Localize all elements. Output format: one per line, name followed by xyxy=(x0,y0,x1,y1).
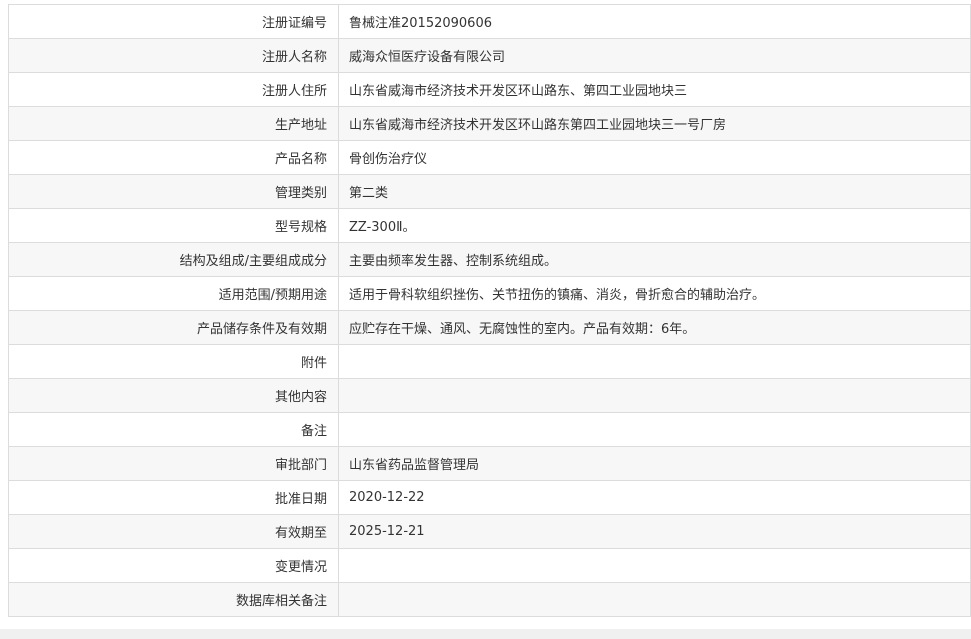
row-label-remarks: 备注 xyxy=(8,412,339,447)
row-label-attachments: 附件 xyxy=(8,344,339,379)
table-row: 产品名称 骨创伤治疗仪 xyxy=(8,140,971,175)
row-value-approval-date: 2020-12-22 xyxy=(338,480,971,515)
row-label-structure-composition: 结构及组成/主要组成成分 xyxy=(8,242,339,277)
row-value-registration-number: 鲁械注准20152090606 xyxy=(338,4,971,39)
row-value-intended-use: 适用于骨科软组织挫伤、关节扭伤的镇痛、消炎，骨折愈合的辅助治疗。 xyxy=(338,276,971,311)
row-label-production-address: 生产地址 xyxy=(8,106,339,141)
row-value-remarks xyxy=(338,412,971,447)
row-label-registrant-address: 注册人住所 xyxy=(8,72,339,107)
table-row: 结构及组成/主要组成成分 主要由频率发生器、控制系统组成。 xyxy=(8,242,971,277)
row-label-registrant-name: 注册人名称 xyxy=(8,38,339,73)
table-row: 注册人名称 威海众恒医疗设备有限公司 xyxy=(8,38,971,73)
row-value-attachments xyxy=(338,344,971,379)
row-value-storage-validity: 应贮存在干燥、通风、无腐蚀性的室内。产品有效期：6年。 xyxy=(338,310,971,345)
row-label-valid-until: 有效期至 xyxy=(8,514,339,549)
registration-detail-panel: 注册证编号 鲁械注准20152090606 注册人名称 威海众恒医疗设备有限公司… xyxy=(8,4,971,617)
table-row: 变更情况 xyxy=(8,548,971,583)
row-value-other-content xyxy=(338,378,971,413)
row-value-approval-department: 山东省药品监督管理局 xyxy=(338,446,971,481)
row-label-approval-department: 审批部门 xyxy=(8,446,339,481)
table-row: 批准日期 2020-12-22 xyxy=(8,480,971,515)
table-row: 数据库相关备注 xyxy=(8,582,971,617)
row-value-structure-composition: 主要由频率发生器、控制系统组成。 xyxy=(338,242,971,277)
row-value-database-remarks xyxy=(338,582,971,617)
row-label-storage-validity: 产品储存条件及有效期 xyxy=(8,310,339,345)
table-row: 注册人住所 山东省威海市经济技术开发区环山路东、第四工业园地块三 xyxy=(8,72,971,107)
row-value-registrant-address: 山东省威海市经济技术开发区环山路东、第四工业园地块三 xyxy=(338,72,971,107)
table-row: 型号规格 ZZ-300Ⅱ。 xyxy=(8,208,971,243)
row-label-management-class: 管理类别 xyxy=(8,174,339,209)
row-label-product-name: 产品名称 xyxy=(8,140,339,175)
table-row: 注册证编号 鲁械注准20152090606 xyxy=(8,4,971,39)
row-label-intended-use: 适用范围/预期用途 xyxy=(8,276,339,311)
row-value-registrant-name: 威海众恒医疗设备有限公司 xyxy=(338,38,971,73)
table-row: 其他内容 xyxy=(8,378,971,413)
row-value-valid-until: 2025-12-21 xyxy=(338,514,971,549)
table-row: 生产地址 山东省威海市经济技术开发区环山路东第四工业园地块三一号厂房 xyxy=(8,106,971,141)
row-value-management-class: 第二类 xyxy=(338,174,971,209)
row-value-change-history xyxy=(338,548,971,583)
row-value-production-address: 山东省威海市经济技术开发区环山路东第四工业园地块三一号厂房 xyxy=(338,106,971,141)
table-row: 附件 xyxy=(8,344,971,379)
row-value-product-name: 骨创伤治疗仪 xyxy=(338,140,971,175)
table-row: 管理类别 第二类 xyxy=(8,174,971,209)
row-label-change-history: 变更情况 xyxy=(8,548,339,583)
registration-detail-table: 注册证编号 鲁械注准20152090606 注册人名称 威海众恒医疗设备有限公司… xyxy=(8,4,971,617)
table-row: 备注 xyxy=(8,412,971,447)
row-label-other-content: 其他内容 xyxy=(8,378,339,413)
table-row: 产品储存条件及有效期 应贮存在干燥、通风、无腐蚀性的室内。产品有效期：6年。 xyxy=(8,310,971,345)
row-label-model-spec: 型号规格 xyxy=(8,208,339,243)
row-label-database-remarks: 数据库相关备注 xyxy=(8,582,339,617)
table-row: 有效期至 2025-12-21 xyxy=(8,514,971,549)
bottom-divider xyxy=(0,629,971,639)
table-row: 审批部门 山东省药品监督管理局 xyxy=(8,446,971,481)
row-label-approval-date: 批准日期 xyxy=(8,480,339,515)
row-label-registration-number: 注册证编号 xyxy=(8,4,339,39)
row-value-model-spec: ZZ-300Ⅱ。 xyxy=(338,208,971,243)
table-row: 适用范围/预期用途 适用于骨科软组织挫伤、关节扭伤的镇痛、消炎，骨折愈合的辅助治… xyxy=(8,276,971,311)
